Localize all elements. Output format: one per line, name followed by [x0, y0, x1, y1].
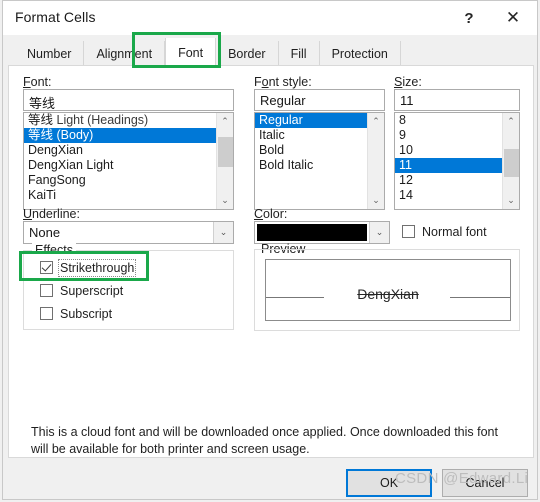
- list-item[interactable]: Regular: [255, 113, 367, 128]
- font-item-sub: (Body): [53, 128, 94, 142]
- font-style-label: Font style:: [254, 75, 312, 89]
- watermark: CSDN @Edward.Li: [395, 470, 529, 487]
- page-title: Format Cells: [15, 9, 96, 25]
- size-label: Size:: [394, 75, 422, 89]
- checkbox-box[interactable]: [402, 225, 415, 238]
- list-item[interactable]: DengXian Light: [24, 158, 216, 173]
- underline-select[interactable]: None ⌄: [23, 221, 234, 244]
- list-item[interactable]: Bold Italic: [255, 158, 367, 173]
- list-item[interactable]: 10: [395, 143, 502, 158]
- tab-fill[interactable]: Fill: [278, 41, 320, 68]
- subscript-label: Subscript: [60, 306, 113, 321]
- list-item[interactable]: 等线 Light (Headings): [24, 113, 216, 128]
- list-item[interactable]: 14: [395, 188, 502, 203]
- checkbox-box[interactable]: [40, 284, 53, 297]
- underline-value: None: [29, 225, 61, 240]
- list-item[interactable]: KaiTi: [24, 188, 216, 203]
- subscript-checkbox[interactable]: Subscript: [40, 305, 112, 322]
- font-style-input[interactable]: Regular: [254, 89, 385, 111]
- font-list-scrollbar[interactable]: ⌃ ⌄: [216, 113, 233, 209]
- list-item[interactable]: Italic: [255, 128, 367, 143]
- scrollbar-thumb[interactable]: [504, 149, 519, 177]
- tab-alignment[interactable]: Alignment: [84, 41, 166, 68]
- scroll-down-icon[interactable]: ⌄: [503, 192, 519, 209]
- size-list[interactable]: 8 9 10 11 12 14 ⌃ ⌄: [394, 112, 520, 210]
- scroll-down-icon[interactable]: ⌄: [368, 192, 384, 209]
- tab-list: Number Alignment Font Border Fill Protec…: [15, 38, 401, 68]
- font-style-list[interactable]: Regular Italic Bold Bold Italic ⌃ ⌄: [254, 112, 385, 210]
- close-x-icon: ✕: [505, 8, 521, 27]
- font-list-items: 等线 Light (Headings) 等线 (Body) DengXian D…: [24, 113, 216, 203]
- font-style-list-scrollbar[interactable]: ⌃ ⌄: [367, 113, 384, 209]
- list-item[interactable]: 8: [395, 113, 502, 128]
- font-item-main: 等线: [28, 128, 54, 142]
- scroll-up-icon[interactable]: ⌃: [503, 113, 519, 130]
- size-input[interactable]: 11: [394, 89, 520, 111]
- strikethrough-label: Strikethrough: [57, 258, 137, 277]
- font-item-main: 等线: [28, 113, 54, 127]
- cloud-font-description: This is a cloud font and will be downloa…: [31, 425, 498, 456]
- font-label: Font:: [23, 75, 52, 89]
- list-item[interactable]: 9: [395, 128, 502, 143]
- list-item[interactable]: 11: [395, 158, 502, 173]
- tab-strip: Number Alignment Font Border Fill Protec…: [3, 35, 537, 68]
- checkbox-box[interactable]: [40, 261, 53, 274]
- preview-box: DengXian: [265, 259, 511, 321]
- normal-font-label: Normal font: [422, 224, 487, 239]
- normal-font-checkbox[interactable]: Normal font: [402, 223, 487, 240]
- title-bar: Format Cells ? ✕: [3, 1, 537, 35]
- tab-font[interactable]: Font: [165, 38, 217, 68]
- checkbox-box[interactable]: [40, 307, 53, 320]
- tab-number[interactable]: Number: [15, 41, 85, 68]
- chevron-down-icon[interactable]: ⌄: [213, 222, 233, 243]
- list-item[interactable]: FangSong: [24, 173, 216, 188]
- font-tab-panel: Font: 等线 等线 Light (Headings) 等线 (Body) D…: [8, 65, 534, 458]
- font-item-sub: Light (Headings): [53, 113, 149, 127]
- scroll-up-icon[interactable]: ⌃: [217, 113, 233, 130]
- tab-border[interactable]: Border: [216, 41, 279, 68]
- size-list-items: 8 9 10 11 12 14: [395, 113, 502, 203]
- help-question-icon: ?: [464, 9, 474, 27]
- help-button[interactable]: ?: [447, 1, 491, 35]
- color-label: Color:: [254, 207, 288, 221]
- size-list-scrollbar[interactable]: ⌃ ⌄: [502, 113, 519, 209]
- format-cells-dialog: Format Cells ? ✕ Number Alignment Font B…: [2, 0, 538, 500]
- font-name-input[interactable]: 等线: [23, 89, 234, 111]
- list-item[interactable]: 12: [395, 173, 502, 188]
- preview-sample-text: DengXian: [357, 286, 419, 302]
- tab-protection[interactable]: Protection: [319, 41, 401, 68]
- close-button[interactable]: ✕: [491, 1, 535, 35]
- font-list[interactable]: 等线 Light (Headings) 等线 (Body) DengXian D…: [23, 112, 234, 210]
- font-style-list-items: Regular Italic Bold Bold Italic: [255, 113, 367, 173]
- chevron-down-icon[interactable]: ⌄: [369, 222, 389, 243]
- color-select[interactable]: ⌄: [254, 221, 390, 244]
- list-item[interactable]: DengXian: [24, 143, 216, 158]
- superscript-label: Superscript: [60, 283, 124, 298]
- strikethrough-checkbox[interactable]: Strikethrough: [40, 258, 137, 277]
- underline-label: Underline:: [23, 207, 80, 221]
- color-swatch: [257, 224, 367, 241]
- list-item[interactable]: Bold: [255, 143, 367, 158]
- scrollbar-thumb[interactable]: [218, 137, 233, 167]
- effects-group-title: Effects: [32, 243, 76, 257]
- scroll-up-icon[interactable]: ⌃: [368, 113, 384, 130]
- superscript-checkbox[interactable]: Superscript: [40, 282, 123, 299]
- list-item[interactable]: 等线 (Body): [24, 128, 216, 143]
- scroll-down-icon[interactable]: ⌄: [217, 192, 233, 209]
